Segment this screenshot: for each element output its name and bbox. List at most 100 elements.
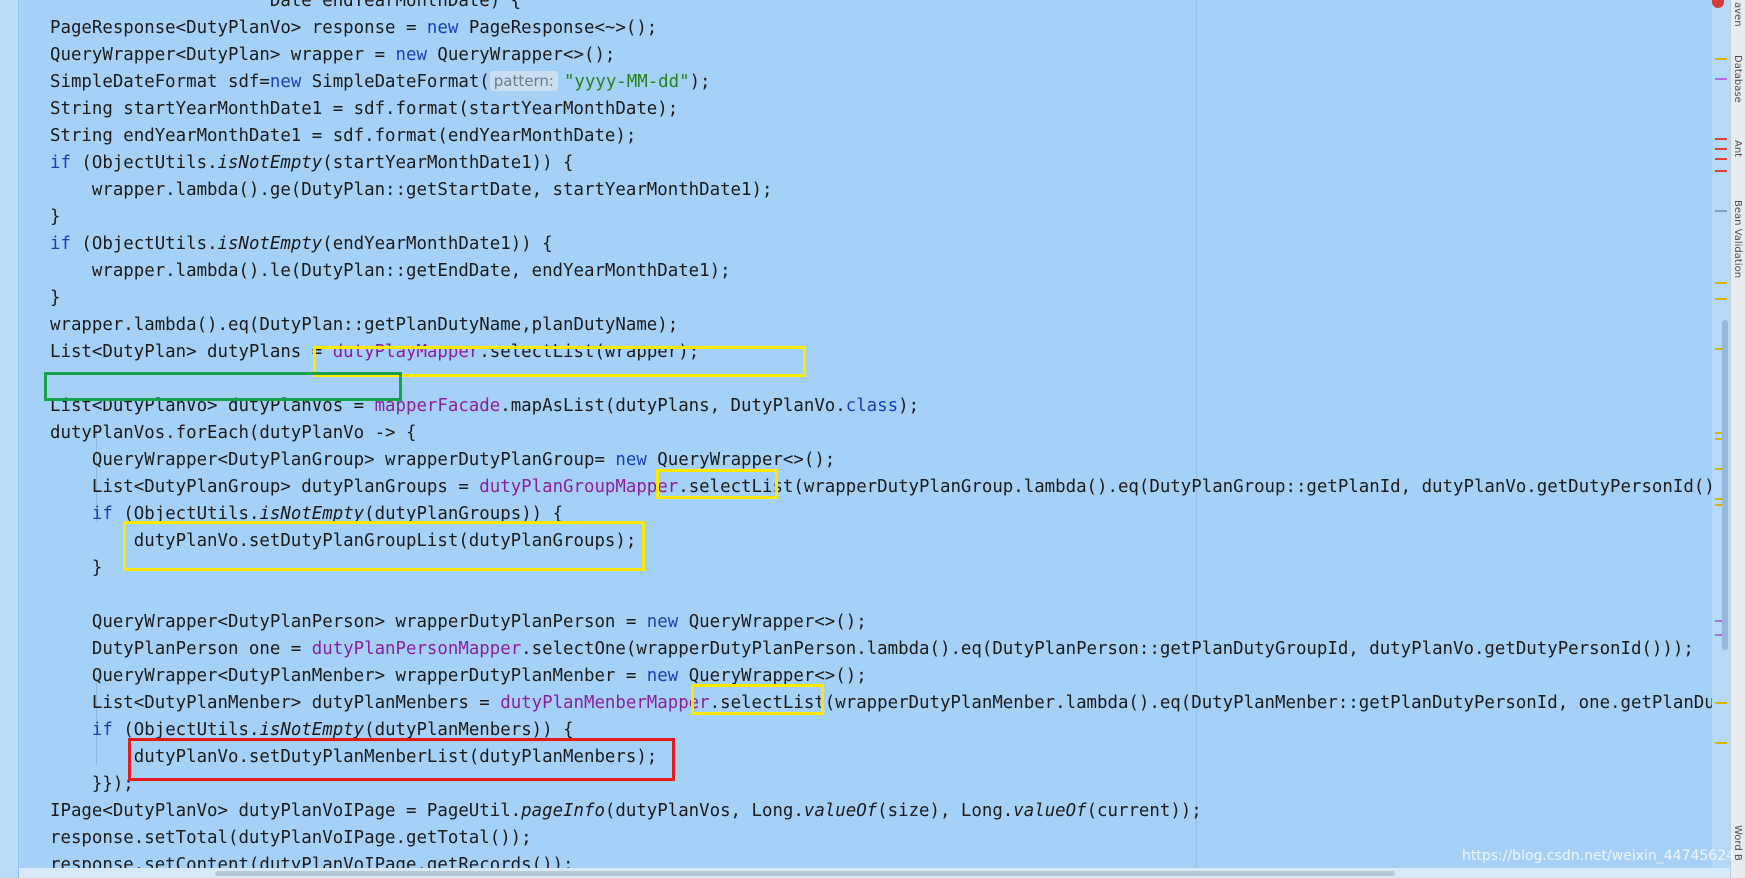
highlight-set-group-list — [123, 521, 645, 571]
code-line[interactable]: String endYearMonthDate1 = sdf.format(en… — [50, 123, 636, 150]
code-line[interactable]: response.setTotal(dutyPlanVoIPage.getTot… — [50, 825, 532, 852]
highlight-foreach — [44, 372, 402, 401]
code-token: "yyyy-MM-dd" — [563, 72, 690, 92]
code-token: } — [50, 558, 103, 578]
code-token: QueryWrapper<DutyPlanPerson> wrapperDuty… — [50, 612, 647, 632]
code-token: List<DutyPlanMenber> dutyPlanMenbers = — [50, 693, 501, 713]
code-token: wrapper.lambda().le(DutyPlan::getEndDate… — [50, 261, 731, 281]
code-token: valueOf — [803, 801, 878, 821]
code-token: }}); — [50, 774, 134, 794]
code-line[interactable]: PageResponse<DutyPlanVo> response = new … — [50, 15, 657, 42]
code-token: class — [845, 396, 899, 416]
code-line[interactable]: Date endYearMonthDate) { — [50, 0, 521, 15]
code-token: String endYearMonthDate1 = sdf.format(en… — [50, 126, 637, 146]
code-token: QueryWrapper<>(); — [426, 45, 616, 65]
code-token: dutyPlanGroupMapper — [479, 477, 679, 497]
code-token: .selectList(wrapperDutyPlanGroup.lambda(… — [678, 477, 1712, 497]
code-token: new — [646, 666, 679, 686]
code-token: (endYearMonthDate1)) { — [322, 234, 553, 254]
code-token: response.setTotal(dutyPlanVoIPage.getTot… — [50, 828, 532, 848]
code-line[interactable]: QueryWrapper<DutyPlanPerson> wrapperDuty… — [50, 609, 867, 636]
code-line[interactable]: wrapper.lambda().eq(DutyPlan::getPlanDut… — [50, 312, 678, 339]
code-line[interactable]: DutyPlanPerson one = dutyPlanPersonMappe… — [50, 636, 1694, 663]
code-token: (current)); — [1086, 801, 1202, 821]
code-token: if — [91, 504, 113, 524]
code-token: valueOf — [1013, 801, 1087, 821]
code-token: QueryWrapper<>(); — [678, 666, 867, 686]
highlight-selectlist-group — [656, 469, 778, 499]
code-line[interactable]: SimpleDateFormat sdf=new SimpleDateForma… — [50, 69, 711, 96]
code-token: SimpleDateFormat( — [301, 72, 490, 92]
code-token: new — [646, 612, 679, 632]
code-token: QueryWrapper<DutyPlan> wrapper = — [50, 45, 396, 65]
tool-window-bean-validation[interactable]: Bean Validation — [1732, 200, 1743, 278]
code-token: SimpleDateFormat sdf= — [50, 72, 270, 92]
code-token: (dutyPlanVos, Long. — [604, 801, 804, 821]
code-token: (dutyPlanMenbers)) { — [364, 720, 574, 740]
code-token: List<DutyPlanGroup> dutyPlanGroups = — [50, 477, 480, 497]
code-token: response.setContent(dutyPlanVoIPage.getR… — [50, 855, 574, 868]
code-line[interactable]: if (ObjectUtils.isNotEmpty(startYearMont… — [50, 150, 574, 177]
code-token: new — [615, 450, 647, 470]
code-line[interactable]: wrapper.lambda().ge(DutyPlan::getStartDa… — [50, 177, 773, 204]
code-line[interactable]: String startYearMonthDate1 = sdf.format(… — [50, 96, 678, 123]
code-token: QueryWrapper<DutyPlanGroup> wrapperDutyP… — [50, 450, 616, 470]
code-line[interactable]: dutyPlanVos.forEach(dutyPlanVo -> { — [50, 420, 416, 447]
code-token: isNotEmpty — [259, 720, 365, 740]
code-line[interactable]: List<DutyPlanGroup> dutyPlanGroups = dut… — [50, 474, 1712, 501]
right-margin-guide — [1196, 0, 1197, 868]
code-token: (ObjectUtils. — [112, 720, 260, 740]
code-token: IPage<DutyPlanVo> dutyPlanVoIPage = Page… — [50, 801, 522, 821]
code-line[interactable]: response.setContent(dutyPlanVoIPage.getR… — [50, 852, 574, 868]
code-token: (ObjectUtils. — [70, 153, 218, 173]
code-token: dutyPlanMenberMapper — [500, 693, 710, 713]
code-editor[interactable]: Date endYearMonthDate) { PageResponse<Dut… — [19, 0, 1712, 868]
code-line[interactable]: } — [50, 555, 102, 582]
code-token: dutyPlanPersonMapper — [311, 639, 522, 659]
vertical-scrollbar-thumb[interactable] — [1722, 320, 1728, 650]
code-token: wrapper.lambda().eq(DutyPlan::getPlanDut… — [50, 315, 679, 335]
code-token: PageResponse<DutyPlanVo> response = — [50, 18, 427, 38]
code-token: new — [395, 45, 427, 65]
code-token: (size), Long. — [877, 801, 1014, 821]
code-line[interactable]: }}); — [50, 771, 134, 798]
code-token: wrapper.lambda().ge(DutyPlan::getStartDa… — [50, 180, 773, 200]
code-token: (ObjectUtils. — [70, 234, 218, 254]
code-token: .selectOne(wrapperDutyPlanPerson.lambda(… — [521, 639, 1694, 659]
code-token: new — [269, 72, 302, 92]
parameter-hint: pattern: — [489, 71, 558, 91]
code-line[interactable]: QueryWrapper<DutyPlan> wrapper = new Que… — [50, 42, 615, 69]
code-token: DutyPlanPerson one = — [50, 639, 312, 659]
code-token: QueryWrapper<>(); — [678, 612, 867, 632]
highlight-selectlist-menber — [691, 684, 824, 715]
code-line[interactable]: IPage<DutyPlanVo> dutyPlanVoIPage = Page… — [50, 798, 1202, 825]
code-token: new — [426, 18, 459, 38]
code-token: QueryWrapper<DutyPlanMenber> wrapperDuty… — [50, 666, 647, 686]
code-token: List<DutyPlan> dutyPlans = — [50, 342, 333, 362]
code-token: pageInfo — [521, 801, 605, 821]
code-token: (startYearMonthDate1)) { — [322, 153, 574, 173]
code-token: .selectList(wrapperDutyPlanMenber.lambda… — [709, 693, 1712, 713]
code-token: PageResponse<~>(); — [458, 18, 658, 38]
highlight-set-menber-list — [128, 738, 675, 781]
code-token: String startYearMonthDate1 = sdf.format(… — [50, 99, 679, 119]
code-line[interactable]: } — [50, 204, 60, 231]
code-line[interactable]: } — [50, 285, 60, 312]
tool-window-strip: aven Database Ant Bean Validation Word B — [1730, 0, 1745, 878]
horizontal-scrollbar-thumb[interactable] — [215, 871, 1395, 876]
code-token: Date endYearMonthDate) { — [50, 0, 522, 11]
code-token: ); — [898, 396, 920, 416]
tool-window-ant[interactable]: Ant — [1732, 140, 1743, 157]
tool-window-database[interactable]: Database — [1732, 55, 1743, 103]
code-line[interactable]: List<DutyPlanMenber> dutyPlanMenbers = d… — [50, 690, 1712, 717]
code-token: ); — [689, 72, 711, 92]
code-line[interactable]: if (ObjectUtils.isNotEmpty(endYearMonthD… — [50, 231, 553, 258]
code-token: isNotEmpty — [217, 153, 323, 173]
code-token: if — [50, 153, 71, 173]
code-token: } — [50, 288, 61, 308]
code-token: dutyPlanVos.forEach(dutyPlanVo -> { — [50, 423, 417, 443]
tool-window-maven[interactable]: aven — [1732, 2, 1743, 27]
code-line[interactable]: wrapper.lambda().le(DutyPlan::getEndDate… — [50, 258, 731, 285]
